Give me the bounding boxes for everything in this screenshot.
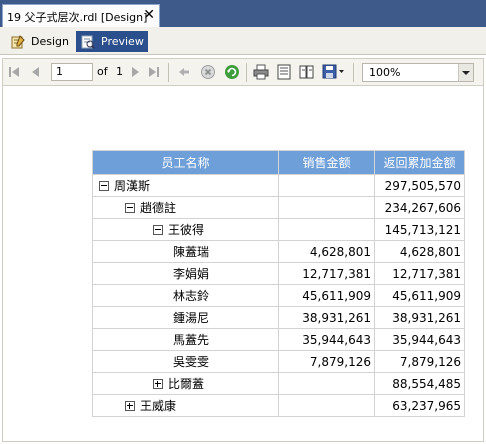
cumulative-amount-cell: 38,931,261: [374, 306, 465, 329]
employee-name-cell: 林志鈴: [92, 284, 279, 307]
table-row: 吳雯雯 7,879,126 7,879,126: [92, 350, 465, 373]
toolbar-separator: [246, 63, 247, 82]
tab-design-label: Design: [31, 35, 69, 48]
stop-icon[interactable]: [200, 64, 216, 80]
table-row: 王彼得 145,713,121: [92, 218, 465, 241]
view-tabs: Design Preview: [0, 27, 486, 55]
table-row: 鍾湯尼 38,931,261 38,931,261: [92, 306, 465, 329]
employee-name: 李娟娟: [173, 267, 210, 281]
cumulative-amount-cell: 145,713,121: [374, 218, 465, 241]
employee-name: 吳雯雯: [173, 355, 210, 369]
employee-name-cell: 周漢斯: [92, 174, 279, 197]
sales-amount-cell: 7,879,126: [278, 350, 375, 373]
column-header-employee: 员工名称: [92, 150, 279, 175]
employee-name: 林志鈴: [173, 289, 210, 303]
cumulative-amount-cell: 45,611,909: [374, 284, 465, 307]
employee-name: 比爾蓋: [168, 377, 205, 391]
cumulative-amount-cell: 12,717,381: [374, 262, 465, 285]
of-label: of: [97, 65, 108, 78]
collapse-icon[interactable]: [153, 224, 163, 235]
sales-amount-cell: 35,944,643: [278, 328, 375, 351]
employee-name-cell: 李娟娟: [92, 262, 279, 285]
page-number-input[interactable]: 1: [51, 63, 93, 81]
column-header-sales: 销售金额: [278, 150, 375, 175]
employee-name: 馬蓋先: [173, 333, 210, 347]
table-row: 林志鈴 45,611,909 45,611,909: [92, 284, 465, 307]
table-header-row: 员工名称 销售金额 返回累加金额: [92, 150, 465, 175]
document-tab-strip: 19 父子式层次.rdl [Design] ✕: [0, 0, 486, 27]
employee-name: 趙德註: [140, 201, 177, 215]
last-page-icon[interactable]: [147, 64, 161, 80]
export-icon[interactable]: [322, 64, 346, 80]
table-row: 馬蓋先 35,944,643 35,944,643: [92, 328, 465, 351]
refresh-icon[interactable]: [224, 64, 240, 80]
zoom-select[interactable]: 100%: [362, 63, 474, 82]
collapse-icon[interactable]: [99, 180, 109, 191]
employee-name-cell: 鍾湯尼: [92, 306, 279, 329]
back-icon[interactable]: [177, 64, 191, 80]
table-row: 陳蓋瑞 4,628,801 4,628,801: [92, 240, 465, 263]
column-header-cumulative: 返回累加金额: [374, 150, 465, 175]
employee-name-cell: 趙德註: [92, 196, 279, 219]
report-toolbar: 1 of 1 100%: [2, 58, 484, 86]
chevron-down-icon[interactable]: [458, 64, 473, 81]
collapse-icon[interactable]: [125, 202, 135, 213]
print-layout-icon[interactable]: [277, 64, 291, 80]
sales-amount-cell: [278, 394, 375, 417]
next-page-icon[interactable]: [130, 64, 142, 80]
cumulative-amount-cell: 63,237,965: [374, 394, 465, 417]
tab-preview[interactable]: Preview: [76, 31, 148, 52]
previous-page-icon[interactable]: [29, 64, 41, 80]
employee-name: 周漢斯: [114, 179, 151, 193]
sales-amount-cell: [278, 196, 375, 219]
sales-amount-cell: [278, 174, 375, 197]
employee-name: 王威康: [140, 399, 177, 413]
tab-preview-label: Preview: [101, 35, 144, 48]
employee-name-cell: 王威康: [92, 394, 279, 417]
document-tab[interactable]: 19 父子式层次.rdl [Design] ✕: [2, 4, 160, 27]
table-row: 趙德註 234,267,606: [92, 196, 465, 219]
sales-amount-cell: 38,931,261: [278, 306, 375, 329]
design-icon: [11, 34, 25, 49]
zoom-value: 100%: [369, 66, 401, 79]
expand-icon[interactable]: [125, 400, 135, 411]
employee-name-cell: 比爾蓋: [92, 372, 279, 395]
print-icon[interactable]: [253, 64, 269, 80]
employee-name: 鍾湯尼: [173, 311, 210, 325]
document-tab-title: 19 父子式层次.rdl [Design]: [7, 11, 148, 24]
cumulative-amount-cell: 88,554,485: [374, 372, 465, 395]
employee-name-cell: 王彼得: [92, 218, 279, 241]
toolbar-separator: [168, 63, 169, 82]
expand-icon[interactable]: [153, 378, 163, 389]
total-pages: 1: [116, 65, 123, 78]
cumulative-amount-cell: 234,267,606: [374, 196, 465, 219]
sales-amount-cell: 4,628,801: [278, 240, 375, 263]
table-row: 比爾蓋 88,554,485: [92, 372, 465, 395]
cumulative-amount-cell: 7,879,126: [374, 350, 465, 373]
cumulative-amount-cell: 297,505,570: [374, 174, 465, 197]
tab-design[interactable]: Design: [6, 31, 72, 52]
employee-name-cell: 陳蓋瑞: [92, 240, 279, 263]
sales-amount-cell: 45,611,909: [278, 284, 375, 307]
close-icon[interactable]: ✕: [143, 7, 155, 23]
page-setup-icon[interactable]: [299, 64, 315, 80]
table-row: 周漢斯 297,505,570: [92, 174, 465, 197]
employee-name: 陳蓋瑞: [173, 245, 210, 259]
employee-name: 王彼得: [168, 223, 205, 237]
report-table: 员工名称 销售金额 返回累加金额 周漢斯 297,505,570 趙德註 234,26…: [92, 150, 465, 417]
table-row: 王威康 63,237,965: [92, 394, 465, 417]
employee-name-cell: 吳雯雯: [92, 350, 279, 373]
sales-amount-cell: 12,717,381: [278, 262, 375, 285]
sales-amount-cell: [278, 218, 375, 241]
cumulative-amount-cell: 35,944,643: [374, 328, 465, 351]
table-row: 李娟娟 12,717,381 12,717,381: [92, 262, 465, 285]
first-page-icon[interactable]: [7, 64, 21, 80]
toolbar-separator: [353, 63, 354, 82]
employee-name-cell: 馬蓋先: [92, 328, 279, 351]
sales-amount-cell: [278, 372, 375, 395]
cumulative-amount-cell: 4,628,801: [374, 240, 465, 263]
preview-icon: [81, 35, 95, 49]
